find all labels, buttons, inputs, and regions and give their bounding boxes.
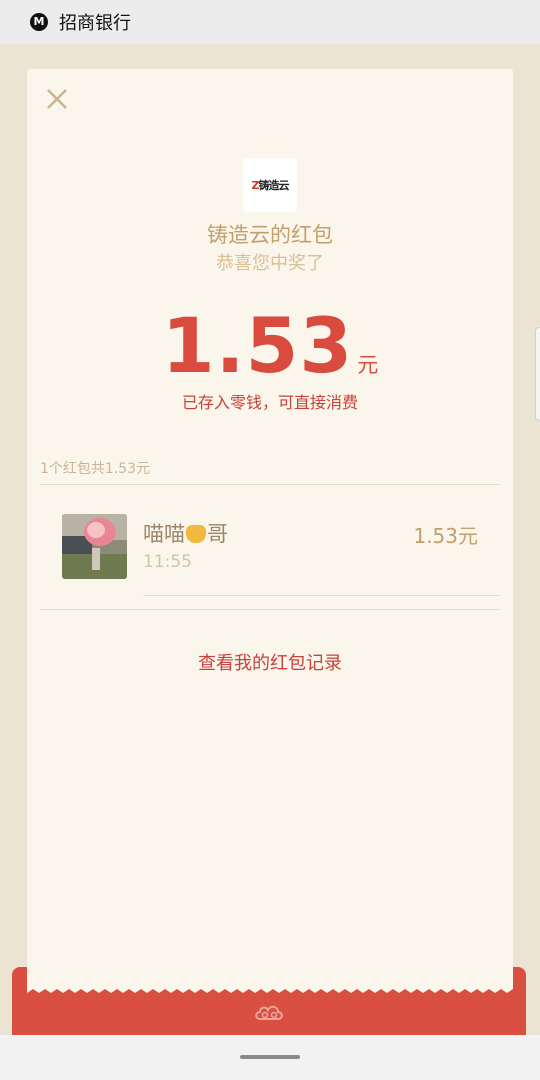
home-indicator[interactable] bbox=[240, 1055, 300, 1059]
edge-handle[interactable] bbox=[535, 327, 540, 421]
bank-logo-icon: M bbox=[30, 13, 48, 31]
system-nav-bar bbox=[0, 1035, 540, 1080]
sender-avatar: Z铸造云 bbox=[243, 158, 297, 212]
record-divider bbox=[143, 595, 500, 596]
history-link[interactable]: 查看我的红包记录 bbox=[27, 649, 513, 675]
packet-title: 铸造云的红包 bbox=[207, 223, 333, 247]
record-name: 喵喵哥 bbox=[143, 522, 228, 546]
divider bbox=[40, 484, 500, 485]
card-zigzag-edge bbox=[27, 983, 513, 993]
amount-unit: 元 bbox=[357, 353, 379, 377]
close-icon[interactable] bbox=[43, 85, 71, 113]
record-avatar[interactable] bbox=[62, 514, 127, 579]
record-time: 11:55 bbox=[143, 552, 192, 572]
red-packet-card: Z铸造云 铸造云的红包 恭喜您中奖了 1.53 元 已存入零钱，可直接消费 1个红… bbox=[27, 69, 513, 989]
amount-display: 1.53 元 bbox=[27, 301, 513, 390]
status-bar: M 招商银行 bbox=[0, 0, 540, 44]
amount-note: 已存入零钱，可直接消费 bbox=[181, 393, 358, 412]
amount-value: 1.53 bbox=[161, 301, 354, 390]
sender-logo: Z铸造云 bbox=[251, 179, 290, 192]
cloud-pattern-icon bbox=[255, 1005, 283, 1020]
packet-subtitle: 恭喜您中奖了 bbox=[216, 253, 324, 274]
cat-face-icon bbox=[186, 525, 206, 543]
notification-app-name: 招商银行 bbox=[59, 13, 131, 34]
packet-summary: 1个红包共1.53元 bbox=[40, 461, 151, 477]
record-amount: 1.53元 bbox=[413, 524, 478, 548]
divider bbox=[40, 609, 500, 610]
